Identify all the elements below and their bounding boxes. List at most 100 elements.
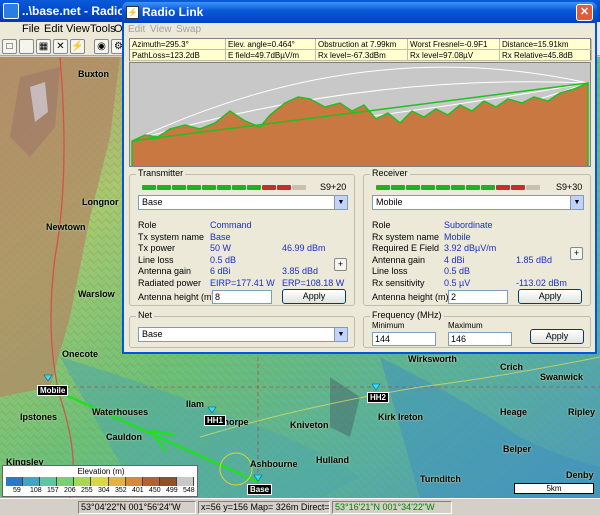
menu-edit[interactable]: Edit [44, 23, 63, 35]
rx-antenna-gain-plus-button[interactable]: + [570, 247, 583, 260]
tx-row-value: 50 W [210, 243, 232, 253]
hh1-unit-label[interactable]: HH1 [204, 415, 227, 426]
tx-signal-meter [142, 185, 306, 191]
net-select[interactable]: Base ▼ [138, 327, 348, 342]
world-map-icon[interactable]: ◉ [94, 39, 109, 54]
meter-segment [406, 185, 420, 190]
tx-antenna-gain-plus-button[interactable]: + [334, 258, 347, 271]
close-button[interactable]: ✕ [576, 4, 593, 21]
rx-row-label: Antenna gain [372, 254, 426, 265]
tx-apply-button[interactable]: Apply [282, 289, 346, 304]
tx-row-secondary-value: 3.85 dBd [282, 266, 319, 276]
meter-segment [262, 185, 276, 190]
frequency-title: Frequency (MHz) [370, 310, 444, 320]
tx-row-label: Line loss [138, 254, 174, 265]
dialog-menu-edit[interactable]: Edit [128, 24, 145, 35]
transmitter-group: Transmitter S9+20 Base ▼ + Antenna heigh… [129, 168, 355, 306]
town-label: Cauldon [106, 432, 142, 442]
rx-row-value: 0.5 µV [444, 277, 471, 288]
meter-segment [511, 185, 525, 190]
radio-link-dialog: ⚡ Radio Link ✕ Edit View Swap Azimuth=29… [122, 2, 597, 354]
dialog-menu-view[interactable]: View [150, 24, 172, 35]
rx-antenna-height-label: Antenna height (m) [372, 292, 449, 302]
meter-segment [466, 185, 480, 190]
town-label: Ripley [568, 407, 596, 417]
mobile-unit-label[interactable]: Mobile [37, 385, 69, 396]
legend-tick-label: 450 [149, 487, 161, 494]
hh2-unit-label[interactable]: HH2 [367, 392, 390, 403]
meter-segment [187, 185, 201, 190]
dialog-title-bar[interactable]: ⚡ Radio Link ✕ [122, 2, 597, 23]
status-cursor-position: 53°04'22"N 001°56'24"W [78, 501, 196, 514]
town-label: Denby [566, 470, 594, 480]
tx-row-value: 0.5 dB [210, 254, 237, 265]
legend-swatch [57, 477, 75, 486]
new-file-icon[interactable]: □ [2, 39, 17, 54]
app-icon [3, 3, 19, 19]
rx-row-value: 3.92 dBµV/m [444, 243, 497, 253]
meter-segment [526, 185, 540, 190]
status-coordinates: x=56 y=156 Map= 326m Direct=326.74m SR [198, 501, 330, 514]
unit-properties-icon[interactable]: ✕ [53, 39, 68, 54]
menu-file[interactable]: File [22, 23, 40, 35]
base-unit-label[interactable]: Base [247, 484, 273, 495]
town-label: Buxton [78, 69, 109, 79]
tx-row-secondary-value: ERP=108.18 W [282, 277, 345, 288]
dialog-menu-swap[interactable]: Swap [176, 24, 201, 35]
meter-segment [232, 185, 246, 190]
frequency-max-input[interactable]: 146 [448, 332, 512, 346]
rx-row-label: Role [372, 220, 391, 230]
rx-row-label: Rx sensitivity [372, 277, 425, 288]
rx-antenna-height-input[interactable]: 2 [448, 290, 508, 304]
transmitter-select[interactable]: Base ▼ [138, 195, 348, 210]
frequency-min-label: Minimum [372, 321, 405, 330]
chevron-down-icon[interactable]: ▼ [570, 196, 583, 209]
town-label: Ipstones [20, 412, 58, 422]
meter-segment [421, 185, 435, 190]
meter-segment [142, 185, 156, 190]
net-title: Net [136, 310, 155, 320]
legend-tick-label: 157 [47, 487, 59, 494]
legend-swatch [176, 477, 195, 486]
network-properties-icon[interactable]: ▦ [36, 39, 51, 54]
legend-tick-label: 206 [64, 487, 76, 494]
tx-row-value: Command [210, 220, 252, 230]
frequency-apply-button[interactable]: Apply [530, 329, 584, 344]
town-label: Swanwick [540, 372, 584, 382]
legend-tick-label: 352 [115, 487, 127, 494]
tx-row-value: Base [210, 231, 231, 242]
worst-fresnel-value: Worst Fresnel=-0.9F1 [408, 39, 500, 50]
legend-swatch [125, 477, 143, 486]
town-label: Kniveton [290, 420, 329, 430]
town-label: Ashbourne [250, 459, 298, 469]
chevron-down-icon[interactable]: ▼ [334, 196, 347, 209]
tx-row-label: Radiated power [138, 277, 202, 288]
rx-row-value: Mobile [444, 231, 471, 242]
receiver-select[interactable]: Mobile ▼ [372, 195, 584, 210]
tx-antenna-height-input[interactable]: 8 [212, 290, 272, 304]
legend-swatch [6, 477, 24, 486]
frequency-max-label: Maximum [448, 321, 483, 330]
town-label: Heage [500, 407, 528, 417]
menu-tools[interactable]: Tools [90, 23, 116, 35]
rx-row-secondary-value: 1.85 dBd [516, 254, 553, 265]
open-folder-icon[interactable] [19, 39, 34, 54]
meter-segment [451, 185, 465, 190]
distance-value: Distance=15.91km [500, 39, 592, 50]
meter-segment [247, 185, 261, 190]
rx-level-uv-value: Rx level=97.08µV [408, 50, 500, 61]
radio-link-icon[interactable]: ⚡ [70, 39, 85, 54]
receiver-title: Receiver [370, 168, 410, 178]
legend-tick-label: 401 [132, 487, 144, 494]
pathloss-value: PathLoss=123.2dB [130, 50, 226, 61]
azimuth-value: Azimuth=295.3° [130, 39, 226, 50]
meter-segment [217, 185, 231, 190]
chevron-down-icon[interactable]: ▼ [334, 328, 347, 341]
menu-view[interactable]: View [66, 23, 90, 35]
rx-apply-button[interactable]: Apply [518, 289, 582, 304]
meter-segment [436, 185, 450, 190]
town-label: Wirksworth [408, 354, 457, 364]
transmitter-select-value: Base [142, 197, 163, 207]
status-center-position: 53°16'21"N 001°34'22"W [332, 501, 452, 514]
frequency-min-input[interactable]: 144 [372, 332, 436, 346]
